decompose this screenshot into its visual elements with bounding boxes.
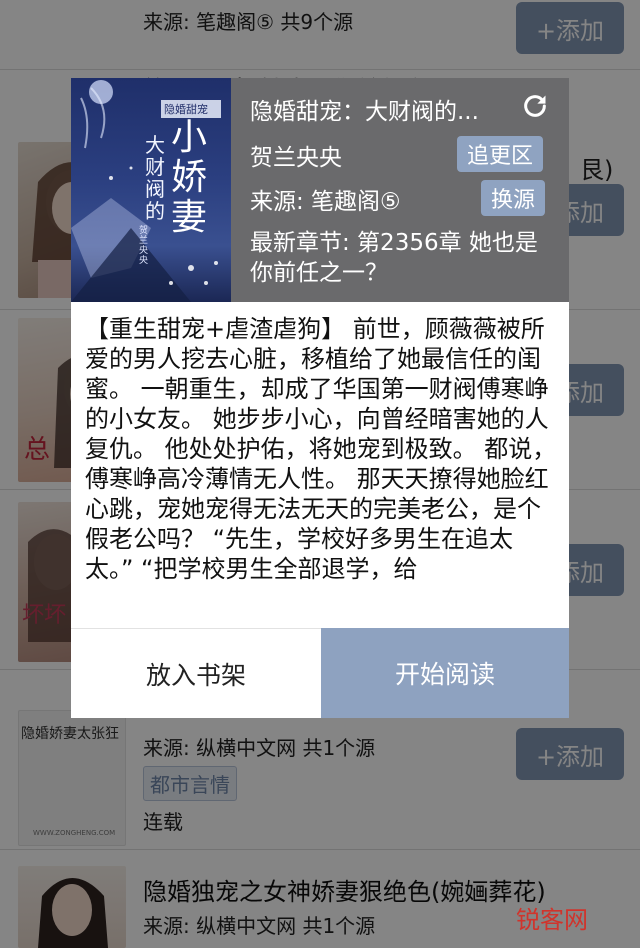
dialog-header: 隐婚甜宠 大财阀的 小娇妻 贺兰央央 隐婚甜宠：大财阀的... 贺兰央央 追更区… bbox=[71, 78, 569, 302]
cover-series: 隐婚甜宠 bbox=[164, 103, 208, 116]
add-to-shelf-button[interactable]: 放入书架 bbox=[71, 628, 321, 718]
dialog-actions: 放入书架 开始阅读 bbox=[71, 628, 569, 718]
latest-chapter[interactable]: 最新章节: 第2356章 她也是你前任之一？ bbox=[250, 228, 555, 288]
cover-author: 贺兰央央 bbox=[139, 226, 149, 266]
cover-title-a: 大财阀的 bbox=[145, 133, 165, 223]
refresh-icon[interactable] bbox=[521, 92, 549, 120]
book-detail-dialog: 隐婚甜宠 大财阀的 小娇妻 贺兰央央 隐婚甜宠：大财阀的... 贺兰央央 追更区… bbox=[71, 78, 569, 718]
watermark: 锐客网 bbox=[516, 906, 588, 934]
cover-title-b: 小娇妻 bbox=[171, 117, 208, 238]
follow-updates-button[interactable]: 追更区 bbox=[457, 136, 544, 172]
dialog-author[interactable]: 贺兰央央 bbox=[250, 138, 342, 172]
start-reading-button[interactable]: 开始阅读 bbox=[321, 628, 569, 718]
dialog-book-title: 隐婚甜宠：大财阀的... bbox=[250, 99, 479, 125]
book-description[interactable]: 【重生甜宠+虐渣虐狗】 前世，顾薇薇被所爱的男人挖去心脏，移植给了她最信任的闺蜜… bbox=[85, 314, 559, 618]
dialog-source: 来源: 笔趣阁⑤ bbox=[250, 189, 401, 215]
dialog-book-cover: 隐婚甜宠 大财阀的 小娇妻 贺兰央央 bbox=[71, 78, 231, 302]
switch-source-button[interactable]: 换源 bbox=[481, 180, 546, 216]
